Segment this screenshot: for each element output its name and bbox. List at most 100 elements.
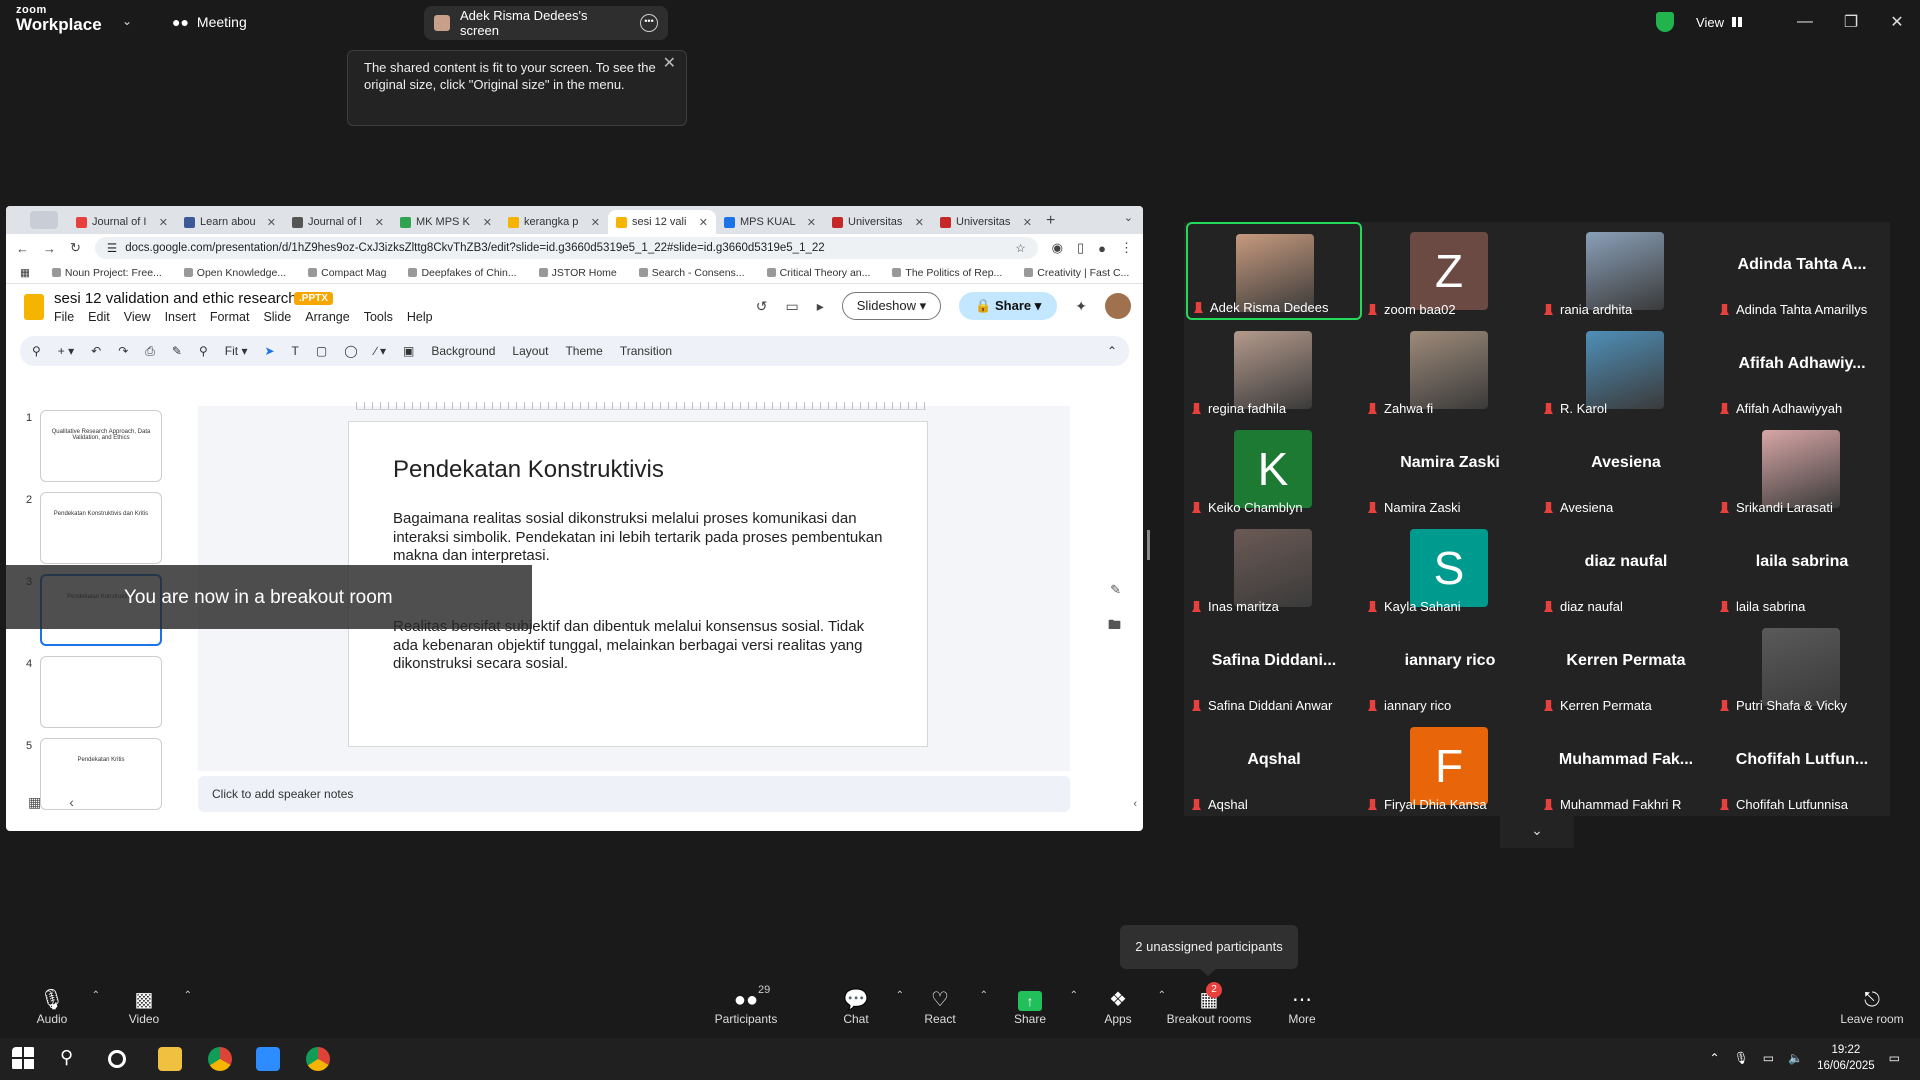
layout-button[interactable]: Layout: [512, 344, 548, 358]
keep-icon[interactable]: ✎: [1110, 582, 1121, 598]
shield-icon[interactable]: [1656, 12, 1675, 32]
select-tool-icon[interactable]: ➤: [264, 344, 274, 358]
menu-item[interactable]: Arrange: [305, 310, 349, 324]
profile-icon[interactable]: ●: [1098, 241, 1106, 256]
slide-thumbnail[interactable]: Pendekatan Konstruktivis dan Kritis: [40, 492, 162, 564]
tab-search-icon[interactable]: ⌄: [1124, 211, 1133, 224]
participant-tile[interactable]: Adek Risma Dedees: [1186, 222, 1362, 320]
chevron-down-icon[interactable]: ⌄: [122, 14, 132, 28]
participant-tile[interactable]: Afifah Adhawiy... Afifah Adhawiyyah: [1714, 321, 1890, 419]
participant-tile[interactable]: Namira Zaski Namira Zaski: [1362, 420, 1538, 518]
file-explorer-icon[interactable]: [158, 1047, 182, 1071]
collapse-icon[interactable]: ‹: [69, 794, 74, 811]
more-button[interactable]: ⋯ More: [1262, 988, 1342, 1026]
bookmark-item[interactable]: Creativity | Fast C...: [1024, 267, 1129, 279]
new-tab-icon[interactable]: +: [1046, 212, 1055, 230]
participant-tile[interactable]: iannary rico iannary rico: [1362, 618, 1538, 716]
search-icon[interactable]: ⚲: [32, 344, 41, 358]
shared-screen-tab[interactable]: Adek Risma Dedees's screen •••: [424, 6, 668, 40]
folder-icon[interactable]: 🖿: [1108, 616, 1121, 638]
chevron-down-icon[interactable]: ⌄: [1500, 816, 1574, 848]
search-icon[interactable]: ⚲: [60, 1047, 84, 1071]
redo-icon[interactable]: ↷: [118, 344, 128, 358]
slide-thumbnail[interactable]: [40, 656, 162, 728]
participant-tile[interactable]: Chofifah Lutfun... Chofifah Lutfunnisa: [1714, 717, 1890, 815]
close-icon[interactable]: ✕: [159, 216, 168, 229]
react-button[interactable]: ♡ ⌃ React: [900, 988, 988, 1026]
participant-tile[interactable]: Zzoom baa02: [1362, 222, 1538, 320]
close-icon[interactable]: ✕: [699, 216, 708, 229]
menu-item[interactable]: Tools: [364, 310, 393, 324]
zoom-select[interactable]: Fit ▾: [225, 344, 248, 358]
start-icon[interactable]: [12, 1047, 36, 1071]
gemini-icon[interactable]: ✦: [1075, 298, 1087, 315]
chevron-up-icon[interactable]: ⌃: [1107, 344, 1117, 358]
cortana-icon[interactable]: [108, 1050, 126, 1068]
slides-logo-icon[interactable]: [24, 294, 44, 320]
participant-tile[interactable]: Safina Diddani... Safina Diddani Anwar: [1186, 618, 1362, 716]
browser-tab[interactable]: MPS KUAL ✕: [716, 210, 824, 234]
notifications-icon[interactable]: ▭: [1889, 1051, 1900, 1065]
close-icon[interactable]: ✕: [267, 216, 276, 229]
more-options-icon[interactable]: •••: [640, 14, 658, 32]
participant-tile[interactable]: Putri Shafa & Vicky: [1714, 618, 1890, 716]
maximize-icon[interactable]: ❐: [1828, 12, 1874, 32]
bookmark-item[interactable]: Critical Theory an...: [767, 267, 871, 279]
chevron-up-icon[interactable]: ⌃: [1710, 1051, 1720, 1065]
browser-tab[interactable]: Learn abou ✕: [176, 210, 284, 234]
slide-paragraph-1[interactable]: Bagaimana realitas sosial dikonstruksi m…: [393, 510, 893, 566]
undo-icon[interactable]: ↶: [91, 344, 101, 358]
participants-button[interactable]: ●● 29 Participants: [706, 984, 786, 1026]
shape-icon[interactable]: ◯: [344, 344, 357, 358]
participant-tile[interactable]: laila sabrina laila sabrina: [1714, 519, 1890, 617]
close-icon[interactable]: ✕: [807, 216, 816, 229]
bookmark-item[interactable]: Deepfakes of Chin...: [408, 267, 516, 279]
minimize-icon[interactable]: —: [1782, 13, 1828, 31]
transition-button[interactable]: Transition: [620, 344, 672, 358]
chevron-up-icon[interactable]: ⌃: [980, 990, 988, 1001]
participant-tile[interactable]: K Keiko Chamblyn: [1186, 420, 1362, 518]
clock[interactable]: 19:22 16/06/2025: [1817, 1042, 1875, 1074]
close-icon[interactable]: ✕: [1023, 216, 1032, 229]
menu-item[interactable]: Format: [210, 310, 250, 324]
print-icon[interactable]: ⎙: [145, 344, 155, 359]
participant-tile[interactable]: F Firyal Dhia Kansa: [1362, 717, 1538, 815]
chrome-icon[interactable]: [208, 1047, 232, 1071]
paint-format-icon[interactable]: ✎: [172, 344, 182, 358]
close-icon[interactable]: ✕: [591, 216, 600, 229]
close-icon[interactable]: ✕: [375, 216, 384, 229]
chevron-up-icon[interactable]: ⌃: [92, 990, 100, 1001]
bookmark-star-icon[interactable]: ☆: [1015, 241, 1025, 255]
volume-icon[interactable]: 🔈: [1788, 1051, 1803, 1065]
unassigned-participants-popup[interactable]: 2 unassigned participants: [1120, 925, 1298, 976]
participant-tile[interactable]: R. Karol: [1538, 321, 1714, 419]
url-field[interactable]: ☰ docs.google.com/presentation/d/1hZ9hes…: [94, 237, 1038, 259]
browser-tab[interactable]: Journal of I ✕: [68, 210, 176, 234]
browser-tab[interactable]: kerangka p ✕: [500, 210, 608, 234]
share-screen-button[interactable]: ↑ ⌃ Share: [990, 988, 1078, 1026]
meet-icon[interactable]: ▸: [817, 298, 824, 315]
site-info-icon[interactable]: ☰: [107, 241, 117, 255]
menu-item[interactable]: File: [54, 310, 74, 324]
mic-icon[interactable]: 🎙: [1734, 1051, 1749, 1065]
audio-button[interactable]: 🎙 ⌃ Audio: [12, 988, 100, 1026]
zoom-icon[interactable]: ⚲: [199, 344, 208, 358]
close-icon[interactable]: ✕: [1874, 12, 1920, 32]
view-button[interactable]: View: [1696, 15, 1742, 30]
theme-button[interactable]: Theme: [565, 344, 602, 358]
participant-tile[interactable]: Kerren Permata Kerren Permata: [1538, 618, 1714, 716]
chevron-up-icon[interactable]: ⌃: [184, 990, 192, 1001]
participant-tile[interactable]: Srikandi Larasati: [1714, 420, 1890, 518]
participant-tile[interactable]: S Kayla Sahani: [1362, 519, 1538, 617]
apps-icon[interactable]: ▦: [20, 267, 30, 279]
document-title[interactable]: sesi 12 validation and ethic research: [54, 290, 297, 307]
expand-icon[interactable]: ‹: [1133, 798, 1137, 810]
avatar[interactable]: [1105, 293, 1131, 319]
chevron-up-icon[interactable]: ⌃: [1070, 990, 1078, 1001]
close-icon[interactable]: ✕: [663, 55, 676, 72]
tab-groups-icon[interactable]: [30, 211, 58, 229]
comment-add-icon[interactable]: ▣: [403, 344, 414, 358]
network-icon[interactable]: ▭: [1763, 1051, 1774, 1065]
image-icon[interactable]: ▢: [316, 344, 327, 358]
bookmark-item[interactable]: JSTOR Home: [539, 267, 617, 279]
